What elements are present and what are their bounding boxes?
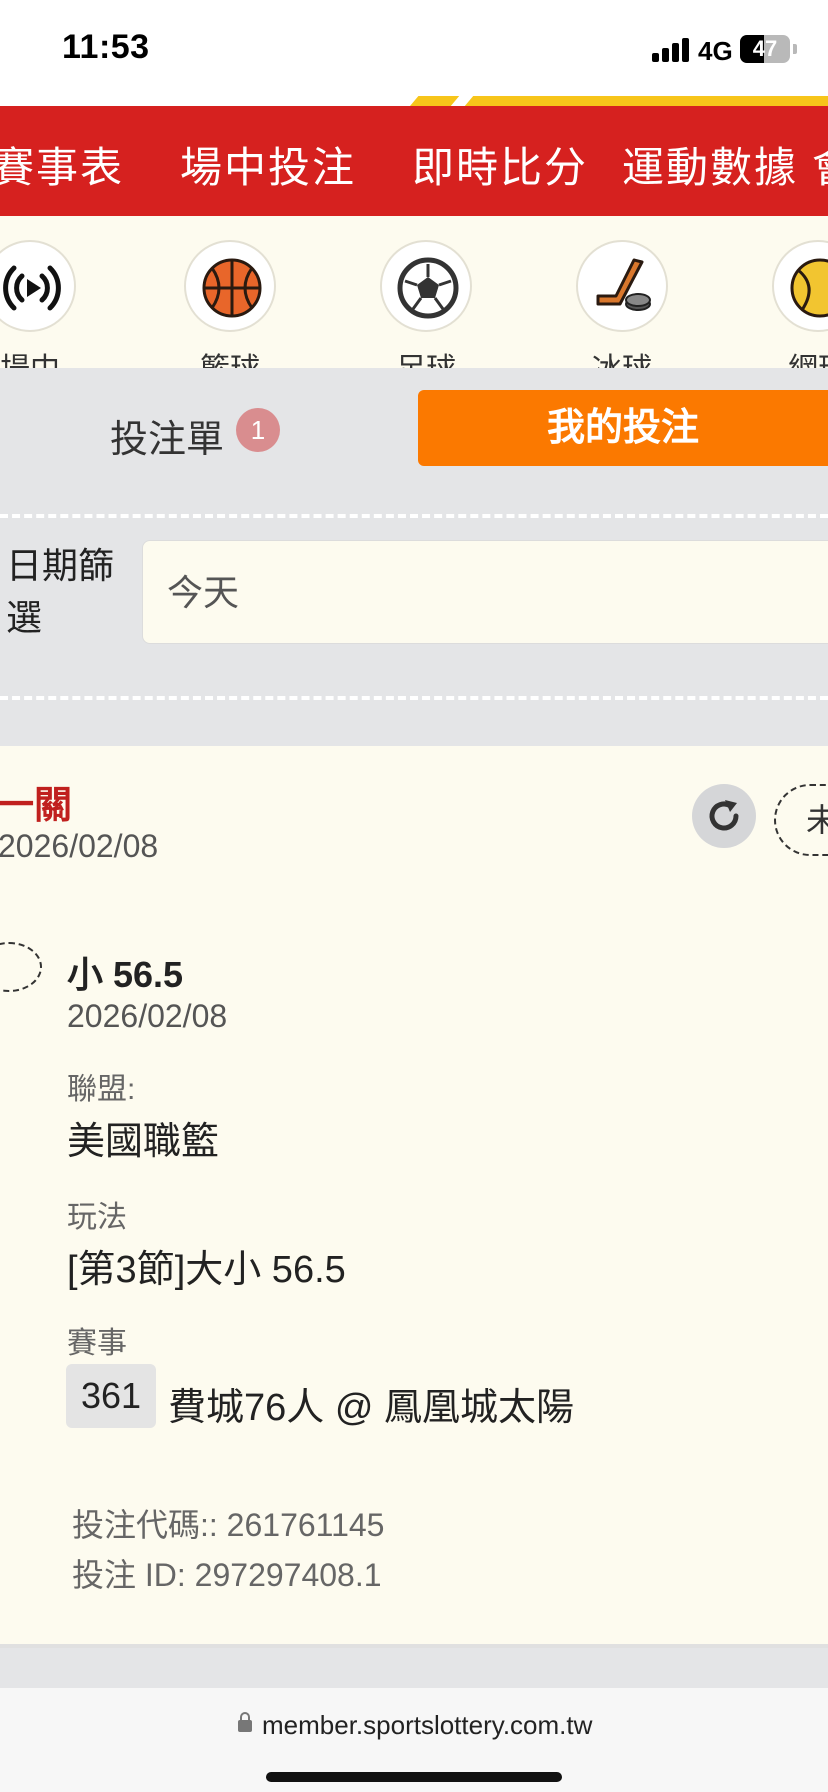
- basketball-icon: [184, 240, 276, 332]
- hockey-stick-icon: [576, 240, 668, 332]
- status-time: 11:53: [62, 28, 150, 66]
- sport-item-tennis[interactable]: 網球: [772, 240, 828, 368]
- browser-url-bar[interactable]: member.sportslottery.com.tw: [0, 1688, 828, 1792]
- betslip-count-badge: 1: [236, 408, 280, 452]
- event-number: 361: [66, 1364, 156, 1428]
- page-background: [0, 1648, 828, 1688]
- nav-item-sports-data[interactable]: 運動數據: [622, 134, 798, 195]
- refresh-icon: [709, 800, 739, 831]
- status-bar: 11:53 4G 47: [0, 0, 828, 96]
- tennis-ball-icon: [772, 240, 828, 332]
- event-name: 費城76人 @ 鳳凰城太陽: [168, 1387, 574, 1429]
- sport-label: 網球: [772, 344, 828, 368]
- bet-code: 投注代碼:: 261761145: [72, 1507, 385, 1543]
- bet-date: 2026/02/08: [0, 828, 159, 864]
- header-stripe: [0, 96, 828, 106]
- lock-icon: [238, 1712, 252, 1732]
- sport-label: 場中: [0, 344, 76, 368]
- sport-item-soccer[interactable]: 足球: [380, 240, 476, 368]
- sport-label: 冰球: [576, 344, 668, 368]
- sport-item-basketball[interactable]: 籃球: [184, 240, 280, 368]
- refresh-button[interactable]: [692, 784, 756, 848]
- divider: [0, 696, 828, 700]
- tab-my-bets[interactable]: 我的投注: [418, 390, 828, 466]
- tab-betslip[interactable]: 投注單: [110, 408, 224, 463]
- leg-status-icon: [0, 942, 42, 992]
- nav-item-member[interactable]: 會: [812, 134, 828, 195]
- sport-item-live[interactable]: 場中: [0, 240, 80, 368]
- battery-percent: 47: [752, 36, 778, 61]
- bet-tabs-area: 投注單 1 我的投注 日期篩選 今天: [0, 368, 828, 746]
- network-label: 4G: [698, 36, 733, 66]
- home-indicator[interactable]: [266, 1772, 562, 1782]
- leg-date: 2026/02/08: [67, 998, 228, 1034]
- league-label: 聯盟:: [67, 1073, 136, 1106]
- top-nav: 賽事表 場中投注 即時比分 運動數據 會: [0, 106, 828, 216]
- bet-type-title: 一關: [0, 785, 73, 827]
- signal-icon: [652, 38, 690, 62]
- date-filter-select[interactable]: 今天: [142, 540, 828, 644]
- bet-id: 投注 ID: 297297408.1: [72, 1557, 382, 1593]
- market-value: [第3節]大小 56.5: [67, 1249, 346, 1291]
- sport-label: 籃球: [184, 344, 276, 368]
- market-label: 玩法: [67, 1201, 127, 1234]
- bet-card: 一關 2026/02/08 未 小 56.5 2026/02/08 聯盟: 美國…: [0, 746, 828, 1648]
- live-play-icon: [0, 240, 76, 332]
- event-label: 賽事: [67, 1327, 127, 1360]
- date-filter-label: 日期篩選: [6, 545, 115, 638]
- nav-item-schedule[interactable]: 賽事表: [0, 134, 124, 195]
- divider: [0, 514, 828, 518]
- bet-status-badge: 未: [774, 784, 828, 856]
- nav-item-live-scores[interactable]: 即時比分: [412, 134, 588, 195]
- battery-icon: 47: [740, 35, 790, 63]
- sports-bar: 場中 籃球 足球: [0, 216, 828, 368]
- soccer-ball-icon: [380, 240, 472, 332]
- bet-selection: 小 56.5: [67, 954, 184, 995]
- sport-item-hockey[interactable]: 冰球: [576, 240, 672, 368]
- league-value: 美國職籃: [67, 1121, 220, 1163]
- battery-cap: [793, 44, 797, 54]
- sport-label: 足球: [380, 344, 472, 368]
- url-text[interactable]: member.sportslottery.com.tw: [262, 1710, 592, 1741]
- nav-item-live-betting[interactable]: 場中投注: [180, 134, 356, 195]
